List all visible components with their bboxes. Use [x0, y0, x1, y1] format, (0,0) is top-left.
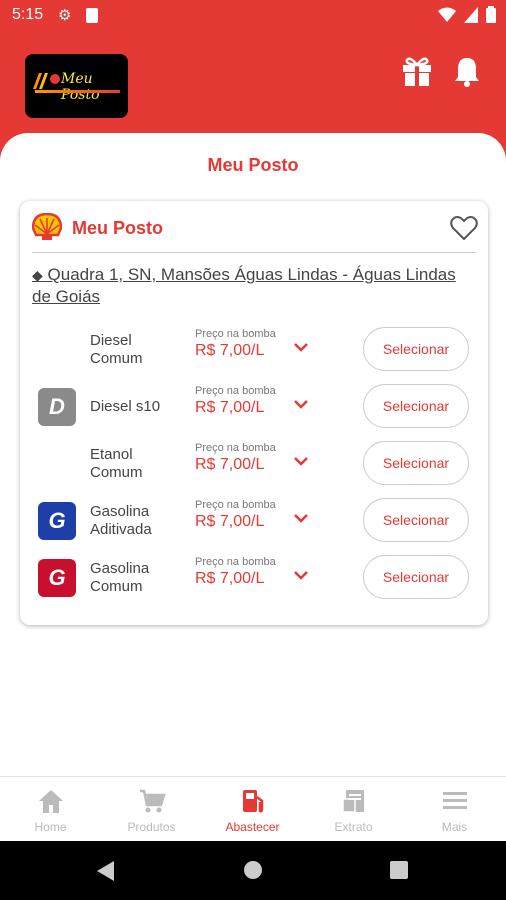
- logo-text: Meu Posto: [61, 71, 100, 103]
- fuel-name: Diesel Comum: [90, 332, 143, 367]
- gift-icon[interactable]: [400, 54, 434, 88]
- price-label: Preço na bomba: [195, 385, 276, 397]
- settings-status-icon: ⚙: [58, 7, 72, 24]
- price-label: Preço na bomba: [195, 328, 276, 340]
- fuel-row-etanol-comum: Etanol Comum Preço na bomba R$ 7,00/L Se…: [20, 438, 488, 490]
- content-sheet: Meu Posto Meu Posto ◆ Quadra 1, SN, Mans…: [0, 133, 506, 776]
- select-button[interactable]: Selecionar: [363, 498, 469, 542]
- recents-icon[interactable]: [390, 861, 408, 879]
- price-value: R$ 7,00/L: [195, 342, 265, 359]
- price-value: R$ 7,00/L: [195, 570, 265, 587]
- fuel-row-gasolina-comum: G Gasolina Comum Preço na bomba R$ 7,00/…: [20, 552, 488, 604]
- location-pin-icon: ◆: [32, 267, 43, 283]
- price-value: R$ 7,00/L: [195, 399, 265, 416]
- select-button[interactable]: Selecionar: [363, 441, 469, 485]
- station-address: Quadra 1, SN, Mansões Águas Lindas - Águ…: [32, 265, 456, 306]
- fuel-name: Diesel s10: [90, 398, 161, 415]
- nav-abastecer[interactable]: Abastecer: [202, 777, 303, 842]
- select-button[interactable]: Selecionar: [363, 327, 469, 371]
- nav-label: Mais: [441, 820, 468, 834]
- nav-home[interactable]: Home: [0, 777, 101, 842]
- price-label: Preço na bomba: [195, 556, 276, 568]
- chevron-down-icon[interactable]: [292, 566, 310, 584]
- app-header: Meu Posto: [0, 32, 506, 142]
- select-button[interactable]: Selecionar: [363, 384, 469, 428]
- station-address-link[interactable]: ◆ Quadra 1, SN, Mansões Águas Lindas - Á…: [32, 264, 472, 308]
- chevron-down-icon[interactable]: [292, 395, 310, 413]
- battery-icon: [486, 6, 496, 23]
- logo-mark-icon: [33, 73, 60, 89]
- sd-card-icon: [86, 8, 98, 23]
- fuel-name: Gasolina Aditivada: [90, 503, 152, 538]
- price-label: Preço na bomba: [195, 499, 276, 511]
- chevron-down-icon[interactable]: [292, 509, 310, 527]
- price-value: R$ 7,00/L: [195, 456, 265, 473]
- status-bar: 5:15 ⚙: [0, 0, 506, 32]
- fuel-row-gasolina-aditivada: G Gasolina Aditivada Preço na bomba R$ 7…: [20, 495, 488, 547]
- nav-label: Produtos: [127, 820, 176, 834]
- fuel-row-diesel-comum: Diesel Comum Preço na bomba R$ 7,00/L Se…: [20, 324, 488, 376]
- wifi-icon: [438, 7, 456, 22]
- fuel-name: Gasolina Comum: [90, 560, 150, 595]
- fuel-badge-gasoline-icon: G: [38, 559, 76, 597]
- status-time: 5:15: [12, 6, 44, 23]
- station-name: Meu Posto: [72, 218, 164, 238]
- fuel-row-diesel-s10: D Diesel s10 Preço na bomba R$ 7,00/L Se…: [20, 381, 488, 433]
- fuel-badge-diesel-icon: D: [38, 388, 76, 426]
- fuel-badge-gasoline-icon: G: [38, 502, 76, 540]
- select-button[interactable]: Selecionar: [363, 555, 469, 599]
- price-label: Preço na bomba: [195, 442, 276, 454]
- system-navigation-bar: [0, 841, 506, 900]
- favorite-heart-icon[interactable]: [450, 215, 478, 241]
- fuel-name: Etanol Comum: [90, 446, 143, 481]
- nav-produtos[interactable]: Produtos: [101, 777, 202, 842]
- back-icon[interactable]: [96, 860, 116, 882]
- menu-icon: [443, 792, 467, 809]
- signal-icon: [464, 6, 478, 23]
- station-card: Meu Posto ◆ Quadra 1, SN, Mansões Águas …: [20, 201, 488, 625]
- nav-extrato[interactable]: Extrato: [303, 777, 404, 842]
- brand-logo: Meu Posto: [25, 54, 128, 118]
- home-circle-icon[interactable]: [243, 860, 263, 880]
- page-title: Meu Posto: [207, 155, 299, 175]
- shell-logo-icon: [32, 213, 62, 240]
- chevron-down-icon[interactable]: [292, 452, 310, 470]
- cart-icon: [140, 789, 166, 813]
- bottom-navigation: Home Produtos Abastecer Extrato Mais: [0, 776, 506, 841]
- fuel-pump-icon: [243, 790, 264, 813]
- bell-icon[interactable]: [450, 54, 484, 88]
- logo-underline: [35, 90, 120, 93]
- chevron-down-icon[interactable]: [292, 338, 310, 356]
- price-value: R$ 7,00/L: [195, 513, 265, 530]
- nav-label: Home: [34, 820, 67, 834]
- nav-label: Extrato: [334, 820, 373, 834]
- home-icon: [39, 790, 63, 813]
- card-divider: [32, 252, 476, 253]
- nav-mais[interactable]: Mais: [404, 777, 505, 842]
- extract-icon: [342, 790, 364, 813]
- nav-label: Abastecer: [225, 820, 280, 834]
